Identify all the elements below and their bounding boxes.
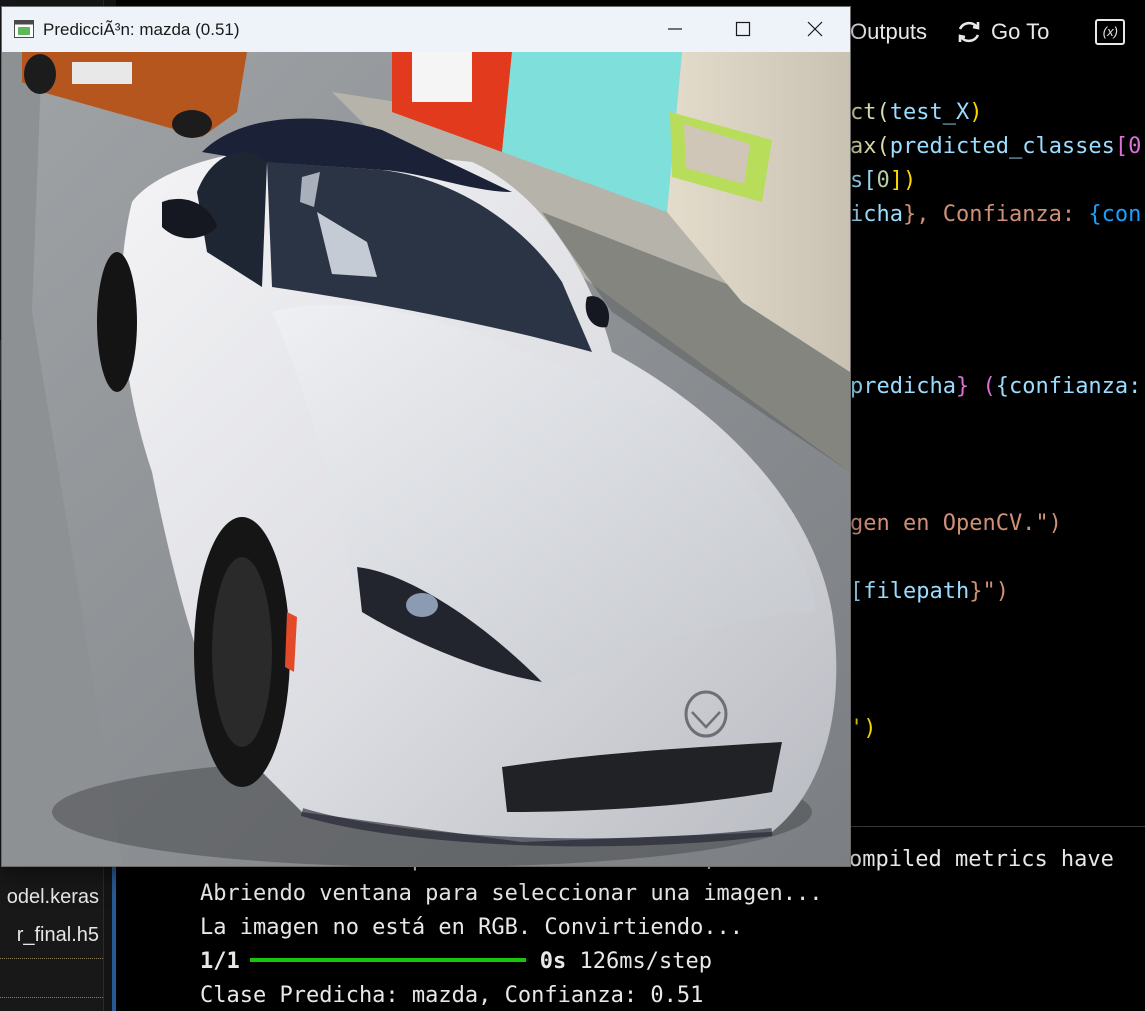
- maximize-icon: [735, 21, 751, 37]
- outputs-button[interactable]: Outputs: [850, 19, 927, 45]
- explorer-divider: [0, 958, 103, 998]
- window-title: PredicciÃ³n: mazda (0.51): [43, 20, 240, 39]
- code-line: ct(test_X): [850, 100, 983, 125]
- code-line: predicha} ({confianza:: [850, 374, 1142, 399]
- app-window-icon: [14, 20, 34, 38]
- close-button[interactable]: [780, 7, 850, 52]
- refresh-icon: [958, 21, 980, 43]
- variables-icon: (x): [1095, 19, 1126, 45]
- notebook-toolbar: Outputs Go To (x): [850, 10, 1145, 54]
- window-titlebar[interactable]: PredicciÃ³n: mazda (0.51): [2, 7, 850, 52]
- car-photo: [2, 52, 850, 866]
- code-line: icha}, Confianza: {con: [850, 202, 1142, 227]
- code-line: '): [850, 716, 877, 741]
- code-line: s[0]): [850, 168, 917, 193]
- close-icon: [807, 21, 823, 37]
- minimize-icon: [668, 28, 682, 30]
- variables-button[interactable]: (x): [1095, 19, 1126, 45]
- progress-fill: [249, 958, 526, 962]
- output-result: Clase Predicha: mazda, Confianza: 0.51: [200, 983, 704, 1008]
- cell-output: WARNING:absl:Compiled the loaded model, …: [200, 843, 1145, 1011]
- explorer-file-model-keras[interactable]: odel.keras: [0, 880, 103, 914]
- output-progress-line: 1/1 0s 126ms/step: [200, 949, 712, 974]
- explorer-file-final-h5[interactable]: r_final.h5: [0, 918, 103, 952]
- code-line: gen en OpenCV."): [850, 511, 1062, 536]
- goto-button[interactable]: Go To: [955, 18, 1049, 46]
- code-line: ax(predicted_classes[0: [850, 134, 1142, 159]
- opencv-prediction-window[interactable]: PredicciÃ³n: mazda (0.51): [2, 7, 850, 866]
- output-line: La imagen no está en RGB. Convirtiendo..…: [200, 915, 744, 940]
- code-editor[interactable]: ct(test_X) ax(predicted_classes[0 s[0]) …: [850, 96, 1145, 816]
- code-line: [filepath}"): [850, 579, 1009, 604]
- output-line: Abriendo ventana para seleccionar una im…: [200, 881, 823, 906]
- minimize-button[interactable]: [640, 7, 710, 52]
- maximize-button[interactable]: [708, 7, 778, 52]
- progress-bar: [249, 958, 526, 962]
